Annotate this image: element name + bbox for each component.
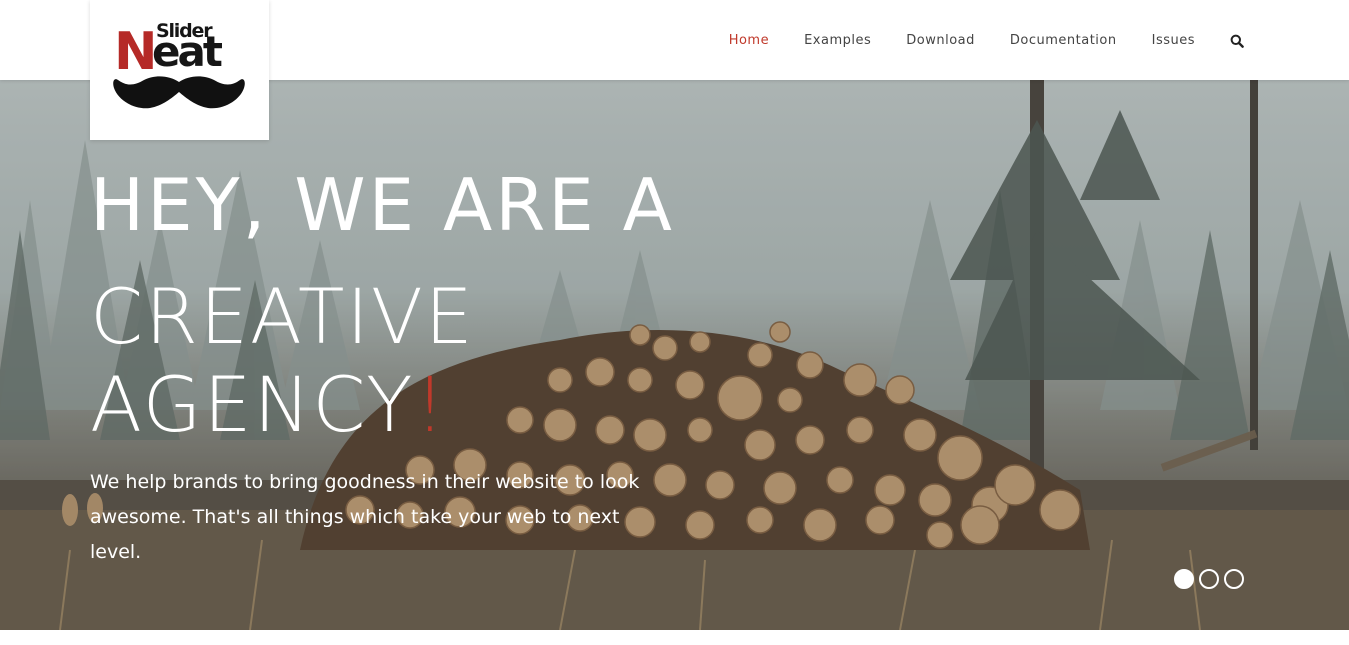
hero-headline-agency: AGENCY bbox=[90, 360, 415, 449]
slide-dot-3[interactable] bbox=[1224, 569, 1244, 589]
hero-headline-line1: HEY, WE ARE A bbox=[90, 163, 675, 247]
slide-dot-2[interactable] bbox=[1199, 569, 1219, 589]
nav-home[interactable]: Home bbox=[729, 33, 769, 48]
hero-headline-line3: AGENCY! bbox=[90, 360, 447, 450]
search-icon[interactable] bbox=[1230, 33, 1244, 48]
main-nav: Home Examples Download Documentation Iss… bbox=[694, 0, 1244, 80]
site-logo[interactable]: Slider N eat bbox=[90, 0, 269, 140]
nav-examples[interactable]: Examples bbox=[804, 33, 871, 48]
nav-issues[interactable]: Issues bbox=[1152, 33, 1195, 48]
hero-exclaim: ! bbox=[414, 360, 448, 449]
nav-download[interactable]: Download bbox=[906, 33, 975, 48]
hero-headline-line2: CREATIVE bbox=[90, 272, 475, 361]
nav-documentation[interactable]: Documentation bbox=[1010, 33, 1117, 48]
slider-pagination bbox=[1174, 569, 1249, 589]
hero-slider: HEY, WE ARE A CREATIVE AGENCY! We help b… bbox=[0, 80, 1349, 630]
page-bottom-strip bbox=[0, 630, 1349, 645]
slide-dot-1[interactable] bbox=[1174, 569, 1194, 589]
mustache-icon bbox=[113, 76, 245, 109]
hero-tagline: We help brands to bring goodness in thei… bbox=[90, 471, 640, 563]
